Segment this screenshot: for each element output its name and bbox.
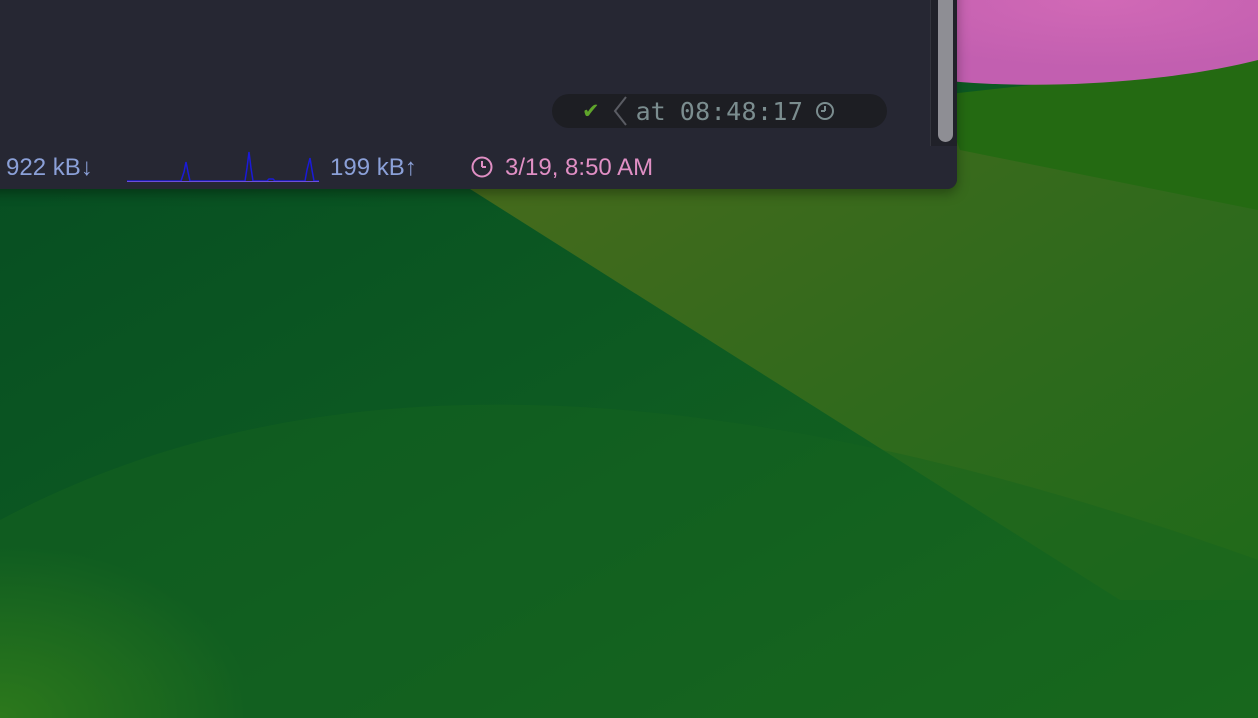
scrollbar-track[interactable] (930, 0, 957, 147)
right-prompt: ✔ at 08:48:17 (552, 94, 887, 128)
scrollbar-thumb[interactable] (938, 0, 953, 142)
prompt-time: 08:48:17 (679, 96, 804, 126)
prompt-separator-icon (613, 96, 627, 126)
download-rate: 922 kB↓ (6, 154, 93, 181)
clock-icon (471, 156, 493, 178)
upload-rate: 199 kB↑ (330, 154, 417, 181)
status-bar: 922 kB↓ 199 kB↑ 3/19, 8:50 AM (0, 146, 957, 189)
network-activity-graph (127, 151, 319, 182)
date-time: 3/19, 8:50 AM (505, 154, 654, 181)
checkmark-icon: ✔ (582, 99, 600, 123)
prompt-at-label: at (635, 96, 666, 126)
terminal-window[interactable]: ✔ at 08:48:17 922 kB↓ 199 kB↑ 3/19, 8:50… (0, 0, 957, 189)
terminal-output-area[interactable]: ✔ at 08:48:17 (0, 0, 937, 146)
clock-icon (816, 102, 835, 120)
